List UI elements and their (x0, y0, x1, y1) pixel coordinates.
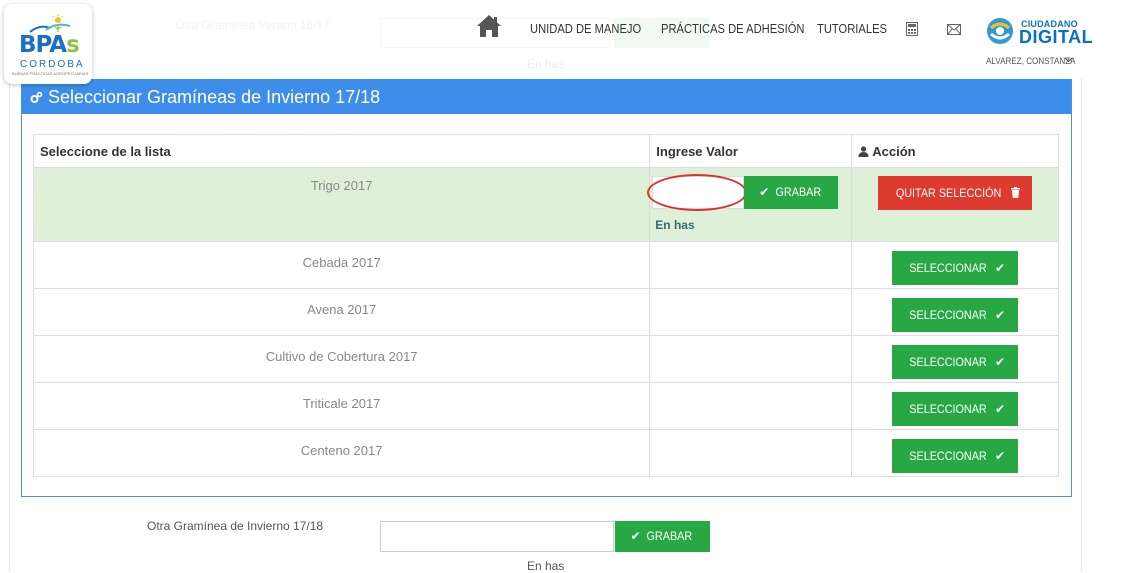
table-row: Cebada 2017 SELECCIONAR ✔ (32, 241, 1059, 289)
nav-tutoriales[interactable]: TUTORIALES (817, 21, 887, 36)
column-header-action: Acción (851, 134, 1059, 168)
value-cell (649, 335, 853, 383)
value-cell (649, 382, 853, 430)
row-name: Centeno 2017 (32, 429, 651, 477)
seleccionar-label: SELECCIONAR (909, 449, 987, 463)
ciudadano-digital-emblem-icon (987, 18, 1013, 44)
action-cell: QUITAR SELECCIÓN (851, 167, 1059, 242)
seleccionar-button[interactable]: SELECCIONAR ✔ (892, 392, 1019, 426)
sun-icon (29, 14, 71, 33)
faded-background-unit: En has (527, 57, 565, 71)
check-icon: ✔ (995, 355, 1006, 369)
panel-header: Seleccionar Gramíneas de Invierno 17/18 (22, 79, 1071, 114)
value-cell: ✔ GRABAR En has (647, 167, 853, 242)
quitar-seleccion-label: QUITAR SELECCIÓN (896, 186, 1002, 200)
other-grabar-label: GRABAR (646, 529, 693, 543)
row-name: Cebada 2017 (32, 241, 651, 289)
bpas-cordoba-logo[interactable]: BPAs CORDOBA BUENAS PRÁCTICAS AGROPECUAR… (4, 4, 92, 84)
check-icon: ✔ (995, 402, 1006, 416)
table-row-selected: Trigo 2017 ✔ GRABAR En has QUITAR SELECC… (32, 167, 1059, 242)
row-name: Trigo 2017 (32, 167, 651, 242)
grabar-button[interactable]: ✔ GRABAR (744, 176, 839, 209)
row-name: Avena 2017 (32, 288, 651, 336)
column-header-list: Seleccione de la lista (32, 134, 651, 168)
logo-region: CORDOBA (20, 59, 85, 70)
seleccionar-label: SELECCIONAR (909, 402, 987, 416)
row-name: Triticale 2017 (32, 382, 651, 430)
check-icon: ✔ (995, 449, 1006, 463)
action-cell: SELECCIONAR ✔ (851, 382, 1059, 430)
winter-grasses-panel: Seleccionar Gramíneas de Invierno 17/18 … (21, 79, 1072, 497)
value-cell (649, 429, 853, 477)
table-row: Centeno 2017 SELECCIONAR ✔ (32, 429, 1059, 477)
check-icon: ✔ (995, 308, 1006, 322)
other-grabar-button[interactable]: ✔ GRABAR (615, 521, 710, 552)
panel-title: Seleccionar Gramíneas de Invierno 17/18 (48, 87, 381, 107)
value-cell (649, 241, 853, 289)
logo-wordmark-main: BPA (19, 32, 67, 58)
calculator-icon[interactable] (906, 22, 918, 36)
user-name[interactable]: ALVAREZ, CONSTANZA (986, 56, 1076, 66)
column-header-value: Ingrese Valor (649, 134, 853, 168)
other-grass-input[interactable] (380, 521, 614, 552)
seleccionar-label: SELECCIONAR (909, 355, 987, 369)
seleccionar-button[interactable]: SELECCIONAR ✔ (892, 251, 1019, 285)
logo-wordmark-s: s (66, 32, 80, 58)
action-cell: SELECCIONAR ✔ (851, 335, 1059, 383)
nav-unidad-de-manejo[interactable]: UNIDAD DE MANEJO (530, 21, 641, 36)
page-right-border (1081, 78, 1082, 571)
table-row: Cultivo de Cobertura 2017 SELECCIONAR ✔ (32, 335, 1059, 383)
value-cell (649, 288, 853, 336)
seleccionar-button[interactable]: SELECCIONAR ✔ (892, 439, 1019, 473)
digital-label: DIGITAL (1019, 27, 1094, 47)
other-grass-label: Otra Gramínea de Invierno 17/18 (147, 519, 324, 533)
seleccionar-button[interactable]: SELECCIONAR ✔ (892, 298, 1019, 332)
logo-wordmark: BPAs (19, 32, 80, 58)
envelope-icon[interactable] (947, 24, 961, 35)
grabar-label: GRABAR (775, 185, 821, 199)
check-icon: ✔ (759, 185, 770, 199)
table-row: Triticale 2017 SELECCIONAR ✔ (32, 382, 1059, 430)
nav-practicas-de-adhesion[interactable]: PRÁCTICAS DE ADHESIÓN (661, 21, 805, 36)
action-cell: SELECCIONAR ✔ (851, 241, 1059, 289)
seleccionar-label: SELECCIONAR (909, 308, 987, 322)
seleccionar-button[interactable]: SELECCIONAR ✔ (892, 345, 1019, 379)
check-icon: ✔ (630, 529, 641, 543)
cogs-icon (30, 91, 43, 103)
action-cell: SELECCIONAR ✔ (851, 288, 1059, 336)
logo-tagline: BUENAS PRÁCTICAS AGROPECUARIAS (12, 71, 89, 76)
check-icon: ✔ (995, 261, 1006, 275)
ciudadano-digital-logo[interactable]: CIUDADANO DIGITAL (985, 16, 1095, 48)
table-header-row: Seleccione de la lista Ingrese Valor Acc… (32, 134, 1059, 168)
quitar-seleccion-button[interactable]: QUITAR SELECCIÓN (878, 176, 1032, 210)
column-header-action-label: Acción (872, 143, 916, 159)
row-name: Cultivo de Cobertura 2017 (32, 335, 651, 383)
seleccionar-label: SELECCIONAR (909, 261, 987, 275)
user-icon (858, 145, 869, 157)
chevron-down-icon[interactable] (1064, 55, 1073, 64)
highlight-oval (647, 174, 748, 211)
action-cell: SELECCIONAR ✔ (851, 429, 1059, 477)
faded-background-title: Otra Gramínea Verano 16/17 (175, 18, 330, 32)
top-navbar: Otra Gramínea Verano 16/17 En has BPAs C… (0, 0, 1126, 84)
unit-label: En has (655, 218, 695, 232)
home-icon[interactable] (476, 14, 502, 38)
table-row: Avena 2017 SELECCIONAR ✔ (32, 288, 1059, 336)
page-left-border (9, 0, 10, 571)
trash-icon (1010, 187, 1020, 198)
grasses-table: Seleccione de la lista Ingrese Valor Acc… (32, 134, 1059, 477)
